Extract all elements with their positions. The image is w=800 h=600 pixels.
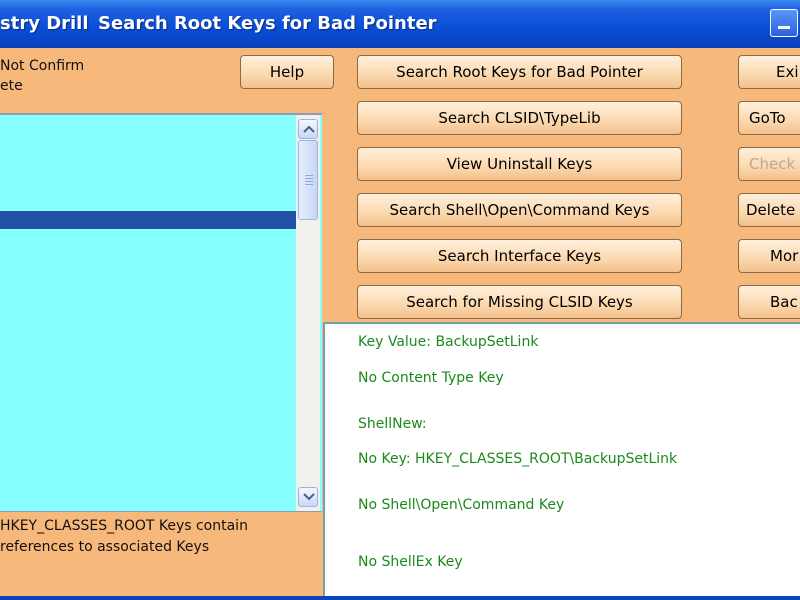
minimize-button[interactable] (770, 9, 798, 37)
status-line-2: references to associated Keys (0, 539, 210, 555)
goto-button[interactable]: GoTo (738, 101, 800, 135)
status-message: HKEY_CLASSES_ROOT Keys contain reference… (0, 516, 248, 558)
exit-button[interactable]: Exi (738, 55, 800, 89)
title-bar: stry Drill Search Root Keys for Bad Poin… (0, 0, 800, 48)
detail-line: Key Value: BackupSetLink (358, 334, 539, 350)
vertical-scrollbar[interactable] (296, 115, 320, 511)
option-label-2: ete (0, 78, 23, 94)
window-frame-bottom (0, 596, 800, 600)
search-missing-clsid-button[interactable]: Search for Missing CLSID Keys (357, 285, 682, 319)
search-interface-keys-button[interactable]: Search Interface Keys (357, 239, 682, 273)
search-shell-open-command-button[interactable]: Search Shell\Open\Command Keys (357, 193, 682, 227)
minimize-icon (778, 26, 790, 29)
detail-line: ShellNew: (358, 416, 427, 432)
back-button[interactable]: Bac (738, 285, 800, 319)
scroll-up-button[interactable] (298, 119, 318, 139)
option-label-1: Not Confirm (0, 58, 85, 74)
detail-line: No ShellEx Key (358, 554, 463, 570)
search-root-keys-button[interactable]: Search Root Keys for Bad Pointer (357, 55, 682, 89)
delete-button[interactable]: Delete (738, 193, 800, 227)
detail-line: No Shell\Open\Command Key (358, 497, 565, 513)
keys-listbox[interactable] (0, 113, 322, 512)
search-clsid-typelib-button[interactable]: Search CLSID\TypeLib (357, 101, 682, 135)
window-title: Search Root Keys for Bad Pointer (98, 13, 437, 34)
app-title: stry Drill (0, 13, 89, 34)
chevron-up-icon (303, 125, 315, 133)
selected-list-item[interactable] (0, 211, 296, 229)
chevron-down-icon (303, 493, 315, 501)
check-button[interactable]: Check (738, 147, 800, 181)
scroll-thumb[interactable] (298, 140, 318, 220)
more-button[interactable]: Mor (738, 239, 800, 273)
key-detail-panel: Key Value: BackupSetLink No Content Type… (323, 322, 800, 600)
status-line-1: HKEY_CLASSES_ROOT Keys contain (0, 518, 248, 534)
detail-line: No Content Type Key (358, 370, 504, 386)
help-button[interactable]: Help (240, 55, 334, 89)
detail-line: No Key: HKEY_CLASSES_ROOT\BackupSetLink (358, 451, 678, 467)
scroll-down-button[interactable] (298, 487, 318, 507)
view-uninstall-keys-button[interactable]: View Uninstall Keys (357, 147, 682, 181)
